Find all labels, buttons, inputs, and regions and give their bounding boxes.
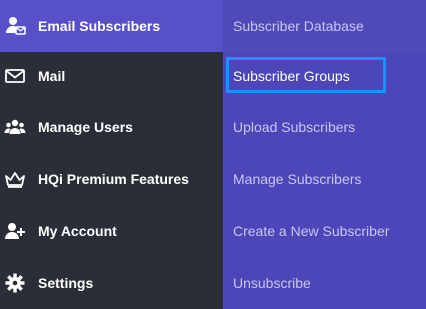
navigation-panel: Email Subscribers Mail Manage Users HQi …: [0, 0, 426, 309]
menu-item-label: Settings: [38, 275, 94, 291]
menu-item-email-subscribers[interactable]: Email Subscribers: [0, 0, 223, 52]
envelope-icon: [4, 65, 26, 87]
menu-item-my-account[interactable]: My Account: [0, 205, 223, 257]
submenu: Subscriber Database Subscriber Groups Up…: [223, 0, 426, 309]
users-mail-icon: [4, 15, 26, 37]
submenu-item-label: Subscriber Database: [233, 18, 364, 34]
gear-icon: [4, 272, 26, 294]
submenu-item-subscriber-database[interactable]: Subscriber Database: [223, 0, 426, 52]
primary-menu: Email Subscribers Mail Manage Users HQi …: [0, 0, 223, 309]
crown-icon: [4, 168, 26, 190]
submenu-item-label: Subscriber Groups: [233, 68, 350, 84]
submenu-item-upload-subscribers[interactable]: Upload Subscribers: [223, 101, 426, 153]
submenu-item-manage-subscribers[interactable]: Manage Subscribers: [223, 153, 426, 205]
menu-item-label: HQi Premium Features: [38, 171, 189, 187]
submenu-item-subscriber-groups[interactable]: Subscriber Groups: [223, 50, 426, 102]
menu-item-manage-users[interactable]: Manage Users: [0, 101, 223, 153]
menu-item-settings[interactable]: Settings: [0, 257, 223, 309]
submenu-item-create-new-subscriber[interactable]: Create a New Subscriber: [223, 205, 426, 257]
menu-item-label: Email Subscribers: [38, 18, 161, 34]
submenu-item-label: Manage Subscribers: [233, 171, 362, 187]
menu-item-mail[interactable]: Mail: [0, 50, 223, 102]
menu-item-label: My Account: [38, 223, 117, 239]
submenu-item-label: Upload Subscribers: [233, 119, 356, 135]
users-group-icon: [4, 116, 26, 138]
menu-item-hqi-premium-features[interactable]: HQi Premium Features: [0, 153, 223, 205]
submenu-item-unsubscribe[interactable]: Unsubscribe: [223, 257, 426, 309]
menu-item-label: Mail: [38, 68, 66, 84]
menu-item-label: Manage Users: [38, 119, 133, 135]
user-plus-icon: [4, 220, 26, 242]
submenu-item-label: Unsubscribe: [233, 275, 311, 291]
submenu-item-label: Create a New Subscriber: [233, 223, 390, 239]
